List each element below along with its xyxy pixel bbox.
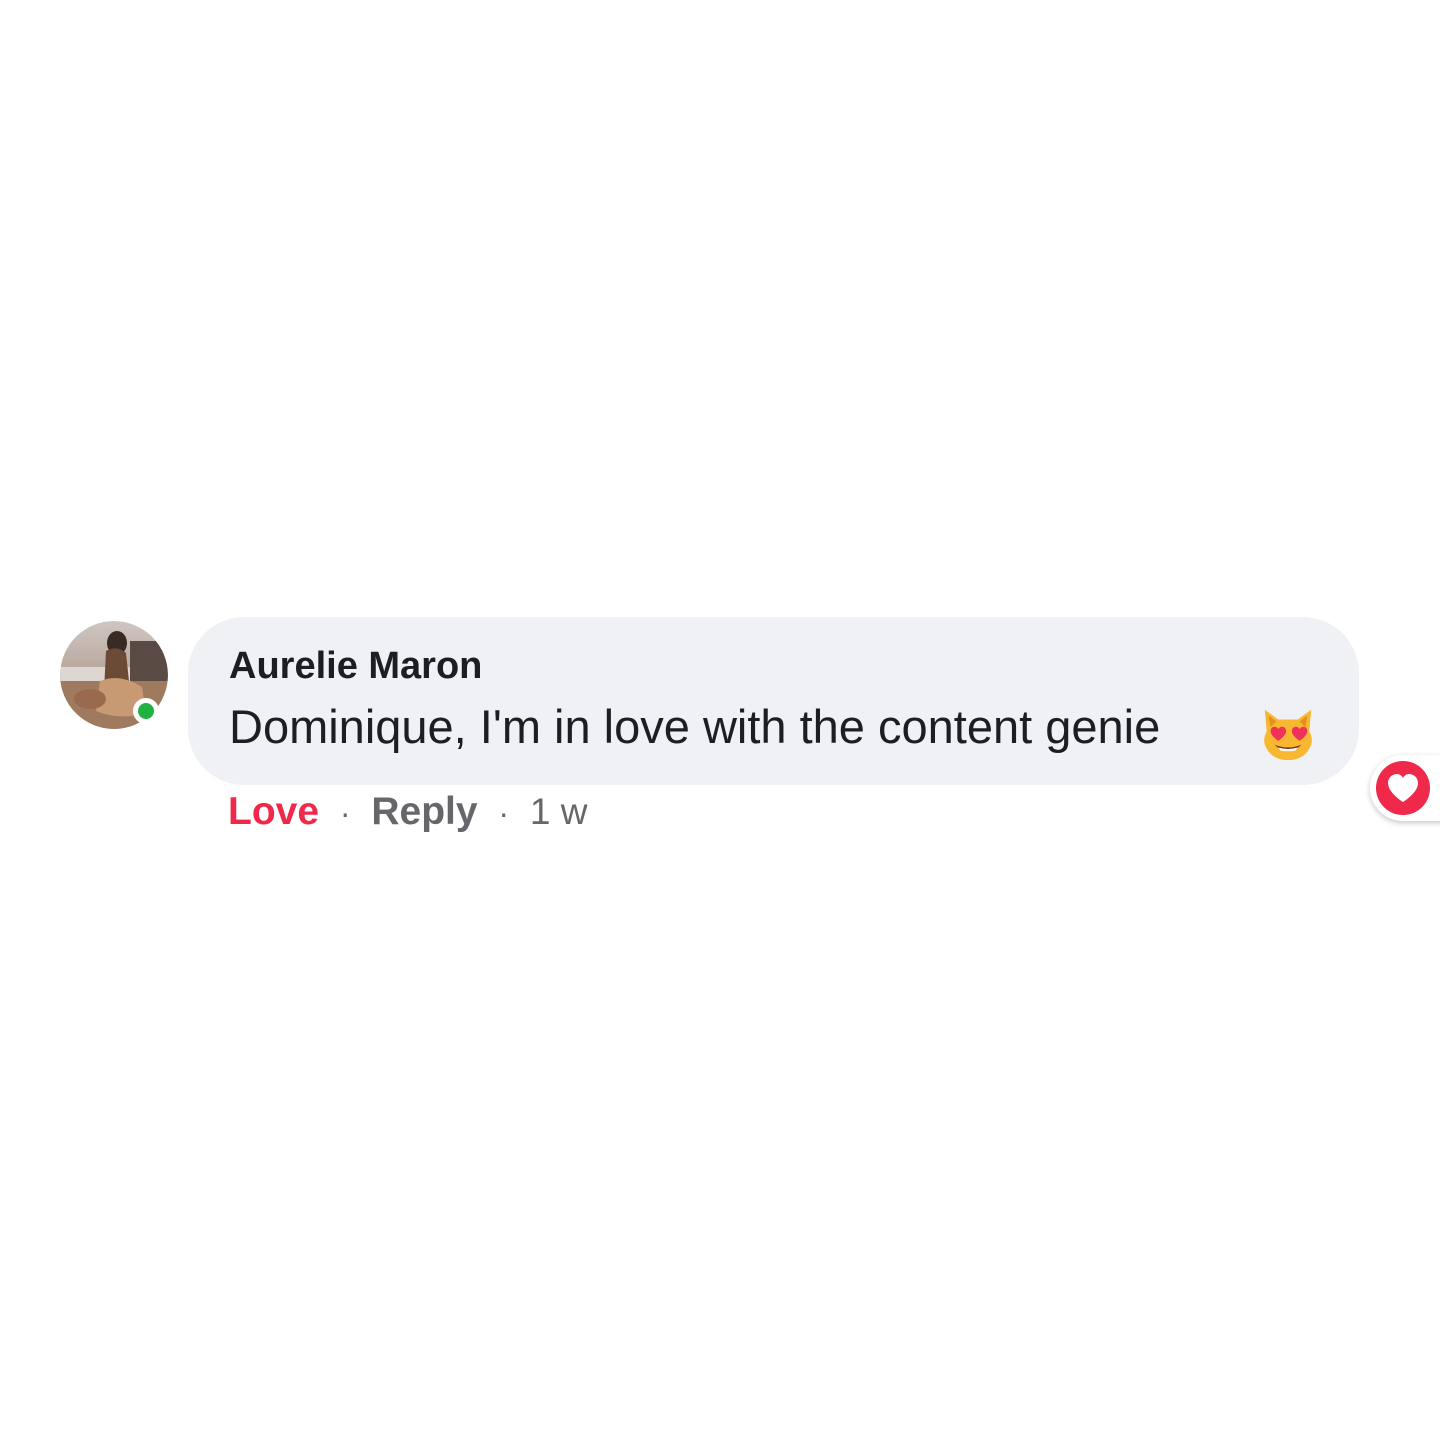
comment-bubble: Aurelie Maron Dominique, I'm in love wit…	[188, 617, 1440, 821]
heart-icon	[1376, 761, 1430, 815]
comment: Aurelie Maron Dominique, I'm in love wit…	[60, 617, 1440, 847]
heart-eyes-cat-emoji	[1264, 709, 1312, 761]
love-reaction-button[interactable]: Love	[228, 790, 319, 833]
comment-text: Dominique, I'm in love with the content …	[229, 700, 1161, 753]
online-status-dot	[133, 698, 159, 724]
reaction-summary[interactable]: 2	[1370, 755, 1440, 821]
reply-button[interactable]: Reply	[371, 790, 477, 833]
comment-actions: Love · Reply · 1 w	[228, 790, 588, 834]
separator: ·	[339, 795, 351, 831]
comment-timestamp[interactable]: 1 w	[530, 791, 588, 832]
avatar[interactable]	[60, 621, 168, 729]
comment-author[interactable]: Aurelie Maron	[229, 645, 482, 688]
separator: ·	[498, 795, 510, 831]
